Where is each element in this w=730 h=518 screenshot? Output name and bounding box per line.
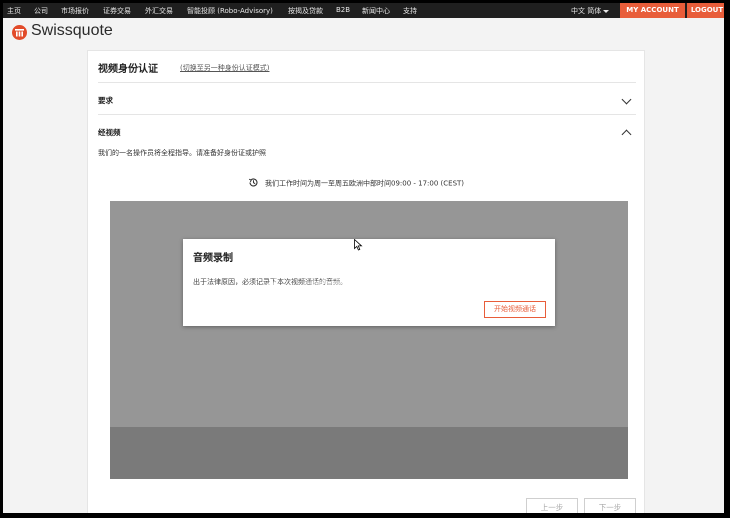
language-selector[interactable]: 中文 简体 [571, 6, 610, 16]
next-step-button[interactable]: 下一步 [584, 498, 636, 513]
chevron-up-icon[interactable] [621, 129, 632, 140]
working-hours-text: 我们工作时间为周一至周五欧洲中部时间09:00 - 17:00 (CEST) [265, 179, 465, 188]
nav-item-news[interactable]: 新闻中心 [362, 6, 390, 16]
language-label: 中文 简体 [571, 7, 602, 15]
nav-item-mortgages[interactable]: 按揭及贷款 [288, 6, 323, 16]
nav-item-quotes[interactable]: 市场报价 [61, 6, 89, 16]
caret-down-icon [603, 9, 610, 13]
start-video-call-button[interactable]: 开始视频通话 [484, 301, 546, 318]
nav-item-forex[interactable]: 外汇交易 [145, 6, 173, 16]
nav-item-support[interactable]: 支持 [403, 6, 417, 16]
divider [98, 114, 636, 115]
nav-item-b2b[interactable]: B2B [336, 6, 350, 14]
requirements-label: 要求 [98, 96, 113, 105]
dialog-title: 音频录制 [193, 253, 233, 264]
page-title: 视频身份认证 [98, 64, 158, 75]
video-section-label: 经视频 [98, 128, 121, 137]
switch-method-link[interactable]: (切换至另一种身份认证模式) [180, 63, 269, 73]
working-hours: 我们工作时间为周一至周五欧洲中部时间09:00 - 17:00 (CEST) [248, 177, 464, 190]
top-navigation: 主页 公司 市场报价 证券交易 外汇交易 智能投顾 (Robo-Advisory… [3, 3, 724, 18]
history-clock-icon [248, 177, 259, 190]
nav-item-robo-advisory[interactable]: 智能投顾 (Robo-Advisory) [187, 6, 273, 16]
logo-mark-icon [12, 25, 27, 40]
logout-button[interactable]: LOGOUT [687, 3, 724, 18]
mouse-cursor-icon [354, 236, 363, 255]
instruction-text: 我们的一名操作员将全程指导。请准备好身份证或护照 [98, 149, 266, 157]
nav-item-securities[interactable]: 证券交易 [103, 6, 131, 16]
chevron-down-icon[interactable] [621, 94, 632, 105]
nav-item-company[interactable]: 公司 [34, 6, 48, 16]
nav-item-home[interactable]: 主页 [7, 6, 21, 16]
previous-step-button[interactable]: 上一步 [526, 498, 578, 513]
logo-text: Swissquote [31, 22, 113, 39]
video-bottom-bar [110, 427, 628, 479]
browser-viewport: 主页 公司 市场报价 证券交易 外汇交易 智能投顾 (Robo-Advisory… [3, 3, 724, 513]
divider [98, 82, 636, 83]
my-account-button[interactable]: MY ACCOUNT [620, 3, 685, 18]
watermark: 小宝投资 [253, 239, 445, 293]
